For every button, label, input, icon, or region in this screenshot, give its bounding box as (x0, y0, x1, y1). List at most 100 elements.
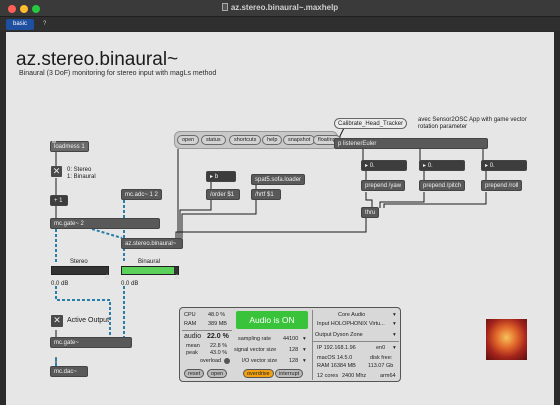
cpu-architecture: arm64 (380, 373, 396, 379)
signal-vector-size-value[interactable]: 128 (289, 347, 298, 354)
document-icon (221, 3, 228, 11)
cpu-value: 48.0 % (208, 312, 226, 318)
stereo-gain-slider[interactable] (51, 266, 110, 279)
calibrate-head-tracker-button[interactable]: Calibrate_Head_Tracker (334, 118, 408, 129)
chevron-down-icon[interactable]: ▾ (393, 312, 396, 318)
plus-object[interactable]: + 1 (50, 195, 68, 206)
audio-status-panel: CPU 48.0 % RAM 389 MB audio 22.0 % mean … (179, 307, 401, 382)
chevron-down-icon[interactable]: ▾ (393, 345, 396, 351)
output-device-select[interactable]: Output Dyson Zone (315, 332, 363, 339)
open-audio-button[interactable]: open (207, 369, 228, 378)
sampling-rate-value[interactable]: 44100 (283, 336, 298, 343)
audio-value: 22.0 % (207, 333, 229, 340)
spat5-sofa-loader-object[interactable]: spat5.sofa.loader (251, 174, 306, 185)
disk-free-label: disk free: (370, 355, 393, 361)
cpu-label: CPU (184, 312, 196, 318)
stereo-label: Stereo (70, 259, 88, 265)
mean-value: 22.8 % (210, 343, 228, 349)
divider (182, 330, 232, 331)
prepend-roll-object[interactable]: prepend /roll (481, 180, 523, 191)
inlet (52, 141, 56, 143)
cpu-speed: 2400 Mhz (342, 373, 367, 379)
listener-euler-object[interactable]: p listenerEuler (334, 138, 488, 149)
window-title-text: az.stereo.binaural~.maxhelp (230, 3, 339, 12)
sensor-app-comment: avec Sensor2OSC App with game vector rot… (418, 117, 527, 130)
sampling-rate-label: sampling rate (238, 336, 272, 342)
toggle-comment-line2: 1: Binaural (67, 174, 96, 180)
chevron-down-icon[interactable]: ▾ (393, 332, 396, 338)
overload-label: overload (200, 358, 222, 364)
divider (312, 310, 313, 380)
snapshot-button[interactable]: snapshot (283, 135, 316, 145)
page-title: az.stereo.binaural~ (16, 49, 179, 70)
tab-basic[interactable]: basic (6, 19, 35, 30)
thru-object[interactable]: thru (361, 207, 379, 218)
stereo-db-readout: 0.0 dB (51, 281, 69, 287)
driver-select[interactable]: Core Audio (338, 312, 365, 319)
cpu-cores: 12 cores (317, 373, 339, 379)
peak-value: 43.0 % (210, 350, 228, 356)
signal-vector-size-label: signal vector size (234, 347, 277, 353)
yaw-number-value: 0. (369, 163, 375, 169)
status-button[interactable]: status (201, 135, 226, 145)
order-message[interactable]: /order $1 (206, 189, 240, 200)
stereo-gain-knob[interactable] (104, 274, 110, 279)
io-vector-size-value[interactable]: 128 (289, 358, 298, 365)
input-device-select[interactable]: Input HOLOPHONIX Virtu... (317, 321, 385, 328)
page-subtitle: Binaural (3 DoF) monitoring for stereo i… (19, 70, 217, 77)
interrupt-toggle[interactable]: interrupt (275, 369, 304, 378)
binaural-gain-fill (122, 267, 174, 274)
open-button[interactable]: open (177, 135, 200, 145)
mean-label: mean (186, 343, 200, 349)
binaural-gain-knob[interactable] (174, 274, 180, 279)
toggle-comment: 0: Stereo 1: Binaural (67, 167, 96, 181)
stereo-binaural-toggle[interactable]: ✕ (51, 166, 62, 177)
mc-gate-object[interactable]: mc.gate~ (50, 337, 132, 348)
peak-label: peak (186, 350, 198, 356)
audio-label: audio (184, 333, 202, 340)
chevron-down-icon[interactable]: ▾ (303, 358, 306, 364)
mc-dac-object[interactable]: mc.dac~ (50, 366, 88, 377)
audio-on-toggle[interactable]: Audio is ON (236, 311, 308, 329)
pitch-number-value: 0. (427, 163, 433, 169)
hrtf-message[interactable]: /hrtf $1 (251, 189, 281, 200)
network-interface-select[interactable]: en0 (376, 345, 385, 352)
order-number-box[interactable]: ▸ b (206, 171, 236, 182)
mc-adc-object[interactable]: mc.adc~ 1 2 (121, 189, 162, 200)
pitch-number-box[interactable]: ▸ 0. (419, 160, 465, 171)
ram-value: 389 MB (208, 321, 227, 327)
tab-help[interactable]: ? (36, 19, 53, 30)
roll-number-box[interactable]: ▸ 0. (481, 160, 527, 171)
ip-address: IP 192.168.1.96 (317, 345, 356, 351)
loadmess-object[interactable]: loadmess 1 (50, 141, 89, 152)
yaw-number-box[interactable]: ▸ 0. (361, 160, 407, 171)
active-output-toggle[interactable]: ✕ (51, 315, 63, 327)
mc-gate-2-object[interactable]: mc.gate~ 2 (50, 218, 160, 229)
chevron-down-icon[interactable]: ▾ (393, 321, 396, 327)
active-output-label: Active Output (67, 317, 110, 324)
tab-bar: basic ? (0, 17, 560, 31)
loadmess-label: loadmess 1 (54, 144, 85, 150)
ear-thumbnail-image (486, 319, 527, 360)
prepend-yaw-object[interactable]: prepend /yaw (361, 180, 406, 191)
overload-indicator-icon (224, 358, 230, 364)
ram-detail: RAM 16384 MB (317, 363, 356, 369)
divider (313, 341, 399, 342)
macos-version: macOS 14.5.0 (317, 355, 353, 361)
binaural-gain-slider[interactable] (121, 266, 180, 279)
ram-label: RAM (184, 321, 197, 327)
az-stereo-binaural-object[interactable]: az.stereo.binaural~ (121, 238, 183, 249)
binaural-db-readout: 0.0 dB (121, 281, 139, 287)
chevron-down-icon[interactable]: ▾ (303, 336, 306, 342)
order-number-value: b (214, 174, 219, 180)
io-vector-size-label: I/O vector size (242, 358, 278, 364)
chevron-down-icon[interactable]: ▾ (303, 347, 306, 353)
shortcuts-button[interactable]: shortcuts (229, 135, 262, 145)
help-button[interactable]: help (262, 135, 283, 145)
toggle-comment-line1: 0: Stereo (67, 167, 92, 173)
roll-number-value: 0. (489, 163, 495, 169)
prepend-pitch-object[interactable]: prepend /pitch (419, 180, 466, 191)
overdrive-toggle[interactable]: overdrive (243, 369, 274, 378)
reset-button[interactable]: reset (184, 369, 205, 378)
window-titlebar: az.stereo.binaural~.maxhelp (0, 0, 560, 17)
